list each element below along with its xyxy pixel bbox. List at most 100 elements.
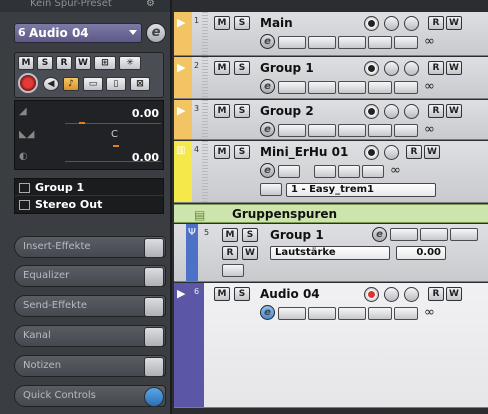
link-icon[interactable]: ∞ <box>424 34 435 49</box>
track-name[interactable]: Main <box>260 16 293 30</box>
output-routing[interactable]: Stereo Out <box>15 196 165 213</box>
mute-button[interactable]: M <box>214 287 230 301</box>
record-enable-button[interactable] <box>364 16 379 31</box>
mute-button[interactable]: M <box>214 61 230 75</box>
track-grip[interactable] <box>202 100 208 139</box>
automation-value-field[interactable]: 0.00 <box>396 246 446 260</box>
preset-field[interactable]: 1 - Easy_trem1 <box>286 183 436 197</box>
read-button[interactable]: R <box>428 61 444 75</box>
folder-icon[interactable]: ▤ <box>194 208 205 222</box>
read-button[interactable]: R <box>56 56 72 70</box>
monitor-icon[interactable] <box>404 61 419 76</box>
send-icon[interactable] <box>338 81 366 94</box>
folder-icon[interactable] <box>368 124 392 137</box>
volume-value[interactable]: 0.00 <box>132 107 159 120</box>
track-grip[interactable] <box>202 12 208 55</box>
folder-icon[interactable] <box>368 36 392 49</box>
folder-icon[interactable] <box>368 307 392 320</box>
folder-track[interactable]: ▤ Gruppenspuren <box>174 204 488 223</box>
write-button[interactable]: W <box>424 145 440 159</box>
track-row[interactable]: ▥ 4 M S Mini_ErHu 01 R W e ∞ 1 - Easy_tr… <box>174 141 488 203</box>
folder-icon[interactable] <box>368 81 392 94</box>
quick-controls-icon[interactable] <box>144 387 164 407</box>
read-button[interactable]: R <box>428 16 444 30</box>
edit-channel-button[interactable]: e <box>260 122 275 137</box>
insert-icon[interactable] <box>278 36 306 49</box>
section-quick-controls[interactable]: Quick Controls <box>14 385 166 407</box>
folder-icon[interactable] <box>338 165 360 178</box>
lanes-icon[interactable] <box>394 307 418 320</box>
track-name[interactable]: Group 1 <box>270 228 324 242</box>
edit-channel-button[interactable]: e <box>372 227 387 242</box>
link-icon[interactable]: ∞ <box>424 122 435 137</box>
track-name[interactable]: Audio 04 <box>260 287 320 301</box>
link-icon[interactable]: ∞ <box>424 305 435 320</box>
solo-button[interactable]: S <box>234 61 250 75</box>
section-channel[interactable]: Kanal <box>14 325 166 347</box>
input-routing[interactable]: Group 1 <box>15 179 165 196</box>
notes-icon[interactable] <box>144 357 164 377</box>
write-button[interactable]: W <box>242 246 258 260</box>
edit-channel-button[interactable]: e <box>146 23 166 43</box>
inserts-icon[interactable] <box>278 165 300 178</box>
mute-button[interactable]: M <box>214 104 230 118</box>
automation-param-field[interactable]: Lautstärke <box>270 246 390 260</box>
section-notes[interactable]: Notizen <box>14 355 166 377</box>
section-insert-effects[interactable]: Insert-Effekte <box>14 236 166 258</box>
read-button[interactable]: R <box>406 145 422 159</box>
link-icon[interactable]: ∞ <box>390 163 401 178</box>
read-button[interactable]: R <box>222 246 238 260</box>
write-button[interactable]: W <box>446 104 462 118</box>
record-enable-button[interactable] <box>18 73 38 93</box>
preset-gear-icon[interactable]: ⚙ <box>146 0 162 10</box>
pencil-icon[interactable] <box>314 165 336 178</box>
lanes-icon[interactable] <box>362 165 384 178</box>
track-preset-label[interactable]: Kein Spur-Preset <box>0 0 170 12</box>
edit-channel-button[interactable]: e <box>260 163 275 178</box>
monitor-icon[interactable]: ◀ <box>43 77 59 91</box>
timebase-icon[interactable]: ♪ <box>63 77 79 91</box>
lanes-icon[interactable] <box>394 36 418 49</box>
write-button[interactable]: W <box>446 61 462 75</box>
mute-button[interactable]: M <box>214 145 230 159</box>
lanes-icon[interactable] <box>394 124 418 137</box>
lanes-icon[interactable] <box>222 264 244 277</box>
lanes-icon[interactable] <box>394 81 418 94</box>
monitor-icon[interactable] <box>404 104 419 119</box>
record-enable-button[interactable] <box>364 104 379 119</box>
edit-channel-button[interactable]: e <box>260 79 275 94</box>
eq-icon[interactable] <box>308 307 336 320</box>
mute-button[interactable]: M <box>214 16 230 30</box>
edit-instrument-icon[interactable]: ⊞ <box>94 56 116 70</box>
monitor-icon[interactable] <box>384 145 399 160</box>
lanes-icon[interactable]: ▭ <box>83 77 103 91</box>
cross-icon[interactable]: ⊠ <box>130 77 150 91</box>
insert-icon[interactable] <box>278 81 306 94</box>
insert-icon[interactable] <box>390 228 418 241</box>
write-button[interactable]: W <box>75 56 91 70</box>
send-icon[interactable] <box>338 307 366 320</box>
solo-button[interactable]: S <box>234 104 250 118</box>
solo-button[interactable]: S <box>234 287 250 301</box>
eq-icon[interactable] <box>144 267 164 287</box>
write-button[interactable]: W <box>446 16 462 30</box>
track-name-field[interactable]: 6 Audio 04 <box>14 23 142 43</box>
solo-button[interactable]: S <box>37 56 53 70</box>
track-grip[interactable] <box>202 57 208 98</box>
send-icon[interactable] <box>144 297 164 317</box>
track-name[interactable]: Group 2 <box>260 104 314 118</box>
freeze-icon[interactable] <box>384 287 399 302</box>
send-icon[interactable] <box>338 36 366 49</box>
section-send-effects[interactable]: Send-Effekte <box>14 295 166 317</box>
pan-value[interactable]: C <box>111 129 118 140</box>
channel-icon[interactable] <box>144 327 164 347</box>
track-grip[interactable] <box>202 141 208 202</box>
eq-icon[interactable] <box>308 81 336 94</box>
lock-icon[interactable]: ▯ <box>106 77 126 91</box>
eq-icon[interactable] <box>308 36 336 49</box>
freeze-icon[interactable]: ✳ <box>119 56 141 70</box>
link-icon[interactable]: ∞ <box>424 79 435 94</box>
read-button[interactable]: R <box>428 287 444 301</box>
solo-button[interactable]: S <box>234 145 250 159</box>
mute-button[interactable]: M <box>222 228 238 242</box>
